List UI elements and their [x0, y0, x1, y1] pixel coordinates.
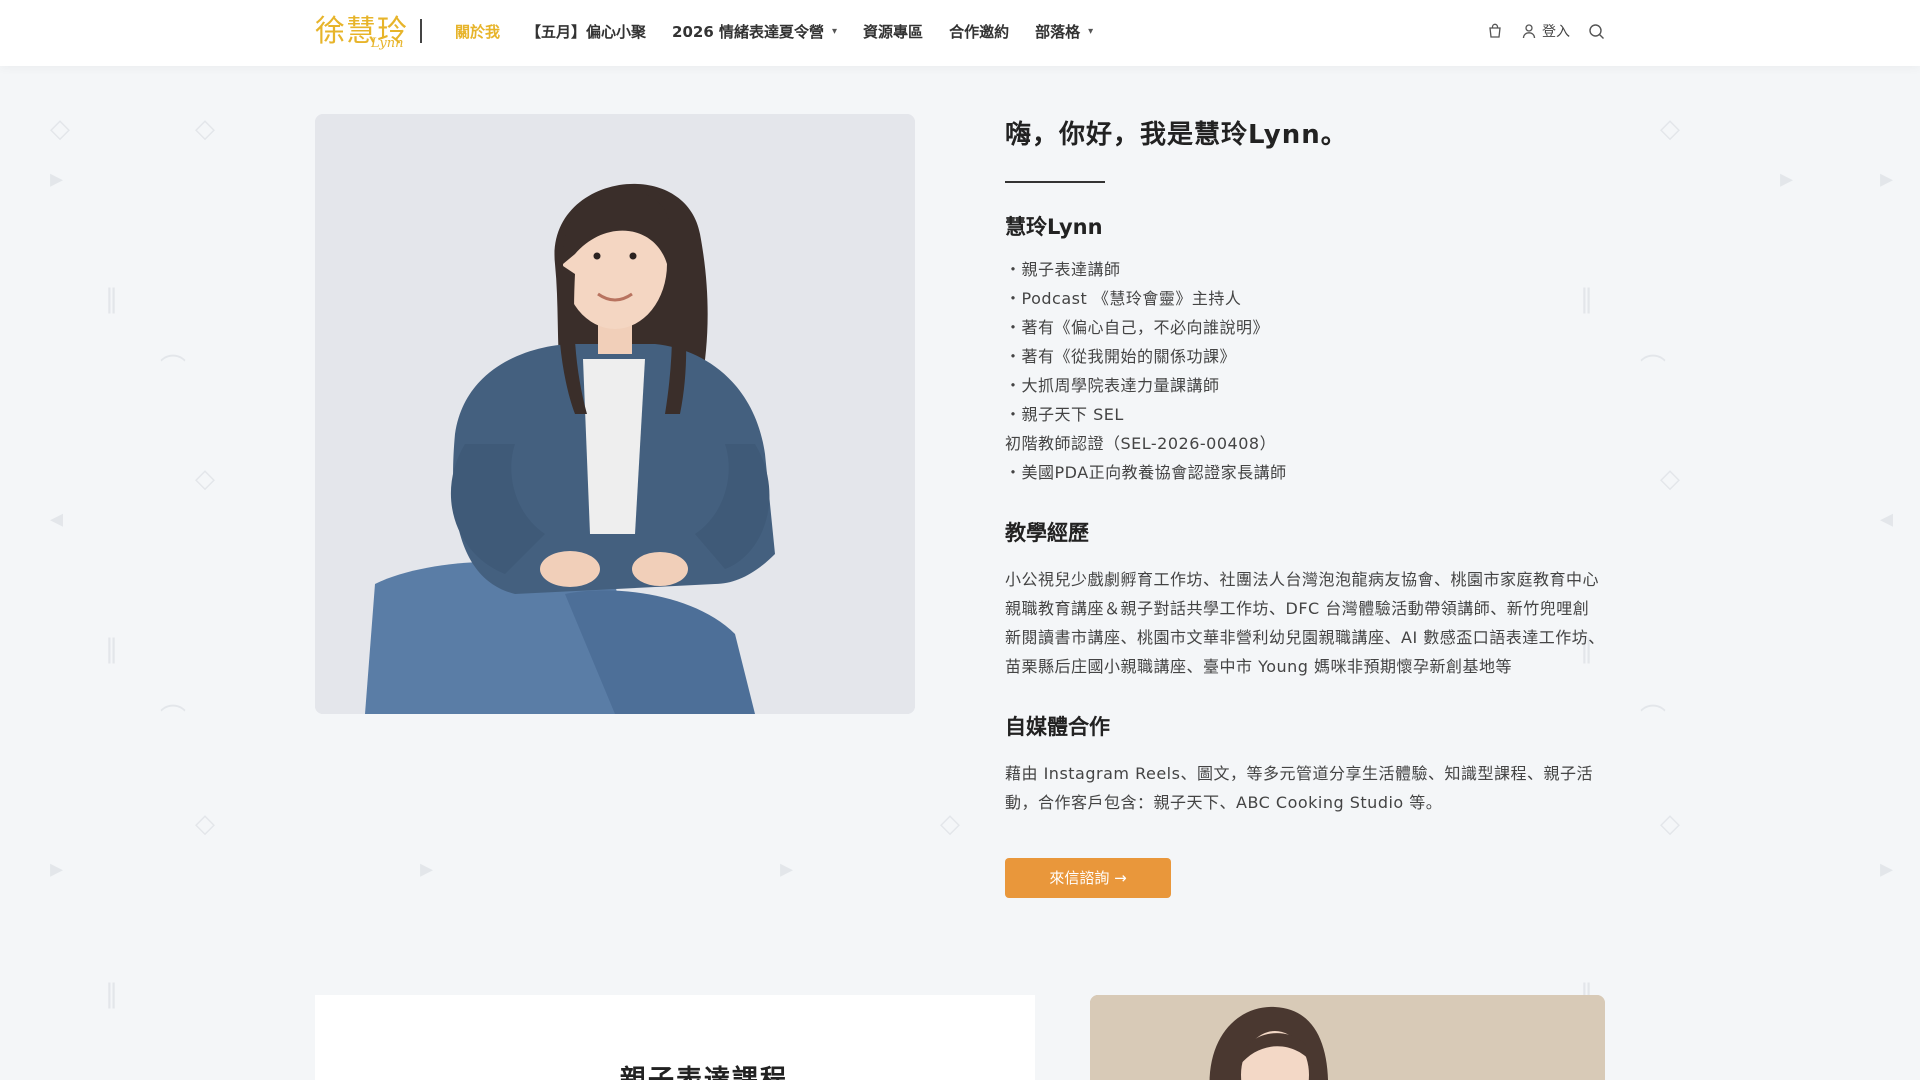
nav-item-label: 資源專區: [863, 22, 924, 41]
diamond-shape: ◇: [1660, 114, 1680, 144]
header-tools: 登入: [1469, 0, 1605, 62]
nav-item-label: 【五月】偏心小聚: [526, 22, 647, 41]
nav-item-summer-camp[interactable]: 2026 情緒表達夏令營 ▾: [672, 21, 837, 42]
credential-item: ・著有《從我開始的關係功課》: [1005, 347, 1237, 366]
media-heading: 自媒體合作: [1005, 715, 1110, 739]
credential-item: ・大抓周學院表達力量課講師: [1005, 376, 1220, 395]
arc-shape: ⌒: [1640, 354, 1667, 384]
heading-underline: [1005, 181, 1105, 183]
contact-button[interactable]: 來信諮詢 →: [1005, 858, 1171, 898]
triangle-shape: ▸: [1880, 164, 1894, 194]
nav-item-about[interactable]: 關於我: [455, 21, 500, 42]
name-heading: 慧玲Lynn: [1005, 215, 1103, 239]
teaching-heading: 教學經歷: [1005, 521, 1089, 545]
portrait-illustration: [315, 114, 915, 714]
nav-item-collaboration[interactable]: 合作邀約: [949, 21, 1009, 42]
triangle-shape: ◂: [50, 504, 64, 534]
diamond-shape: ◇: [1660, 464, 1680, 494]
credential-item: ・美國PDA正向教養協會認證家長講師: [1005, 463, 1287, 482]
bar-shape: ‖: [105, 284, 118, 314]
triangle-shape: ▸: [420, 854, 434, 884]
site-logo[interactable]: 徐慧玲 Lynn: [315, 6, 407, 54]
search-button[interactable]: [1588, 23, 1605, 40]
chevron-down-icon: ▾: [1088, 25, 1094, 37]
login-label: 登入: [1542, 24, 1570, 40]
nav-item-blog[interactable]: 部落格 ▾: [1035, 21, 1093, 42]
triangle-shape: ◂: [1880, 504, 1894, 534]
triangle-shape: ▸: [50, 854, 64, 884]
login-button[interactable]: 登入: [1521, 21, 1570, 41]
credential-item: ・親子表達講師: [1005, 260, 1121, 279]
main-nav: 關於我 【五月】偏心小聚 2026 情緒表達夏令營 ▾ 資源專區 合作邀約 部落…: [455, 0, 1119, 62]
diamond-shape: ◇: [50, 114, 70, 144]
about-section: 嗨，你好，我是慧玲Lynn。 慧玲Lynn ・親子表達講師 ・Podcast 《…: [1005, 114, 1605, 898]
nav-item-label: 部落格: [1035, 22, 1081, 41]
triangle-shape: ▸: [50, 164, 64, 194]
search-icon: [1588, 23, 1605, 40]
diamond-shape: ◇: [195, 464, 215, 494]
arc-shape: ⌒: [160, 704, 187, 734]
diamond-shape: ◇: [195, 114, 215, 144]
triangle-shape: ▸: [780, 854, 794, 884]
arc-shape: ⌒: [160, 354, 187, 384]
nav-item-label: 關於我: [455, 22, 501, 41]
diamond-shape: ◇: [940, 809, 960, 839]
chevron-down-icon: ▾: [832, 25, 838, 37]
credential-item: 初階教師認證（SEL-2026-00408）: [1005, 434, 1277, 453]
logo-english-name: Lynn: [371, 36, 404, 51]
credentials-list: ・親子表達講師 ・Podcast 《慧玲會靈》主持人 ・著有《偏心自己，不必向誰…: [1005, 255, 1605, 487]
bar-shape: ‖: [105, 979, 118, 1009]
nav-item-may-gathering[interactable]: 【五月】偏心小聚: [526, 21, 646, 42]
greeting-heading: 嗨，你好，我是慧玲Lynn。: [1005, 120, 1348, 150]
cart-icon: [1487, 23, 1503, 39]
user-icon: [1521, 23, 1537, 39]
nav-item-resources[interactable]: 資源專區: [863, 21, 923, 42]
credential-item: ・Podcast 《慧玲會靈》主持人: [1005, 289, 1242, 308]
course-title: 親子表達課程: [620, 1065, 789, 1080]
teaching-paragraph: 小公視兒少戲劇孵育工作坊、社團法人台灣泡泡龍病友協會、桃園市家庭教育中心親職教育…: [1005, 570, 1605, 676]
cart-button[interactable]: [1487, 23, 1503, 39]
course-card: 親子表達課程: [315, 995, 1035, 1080]
course-photo: [1090, 995, 1605, 1080]
credential-item: ・著有《偏心自己，不必向誰說明》: [1005, 318, 1270, 337]
arc-shape: ⌒: [1640, 704, 1667, 734]
diamond-shape: ◇: [1660, 809, 1680, 839]
nav-item-label: 2026 情緒表達夏令營: [672, 22, 825, 41]
logo-divider: [420, 19, 422, 43]
media-paragraph: 藉由 Instagram Reels、圖文，等多元管道分享生活體驗、知識型課程、…: [1005, 764, 1593, 812]
triangle-shape: ▸: [1780, 164, 1794, 194]
triangle-shape: ▸: [1880, 854, 1894, 884]
course-photo-illustration: [1090, 995, 1605, 1080]
bar-shape: ‖: [105, 634, 118, 664]
background-pattern: ◇ ◇ ▸ ◇ ▸ ▸ ‖ ‖ ⌒ ⌒ ◇ ◇ ◂ ◂ ‖ ‖ ⌒ ⌒ ▸ ◇ …: [0, 66, 1920, 1080]
nav-item-label: 合作邀約: [949, 22, 1010, 41]
site-header: 徐慧玲 Lynn 關於我 【五月】偏心小聚 2026 情緒表達夏令營 ▾ 資源專…: [0, 0, 1920, 66]
profile-photo: [315, 114, 915, 714]
diamond-shape: ◇: [195, 809, 215, 839]
credential-item: ・親子天下 SEL: [1005, 405, 1124, 424]
